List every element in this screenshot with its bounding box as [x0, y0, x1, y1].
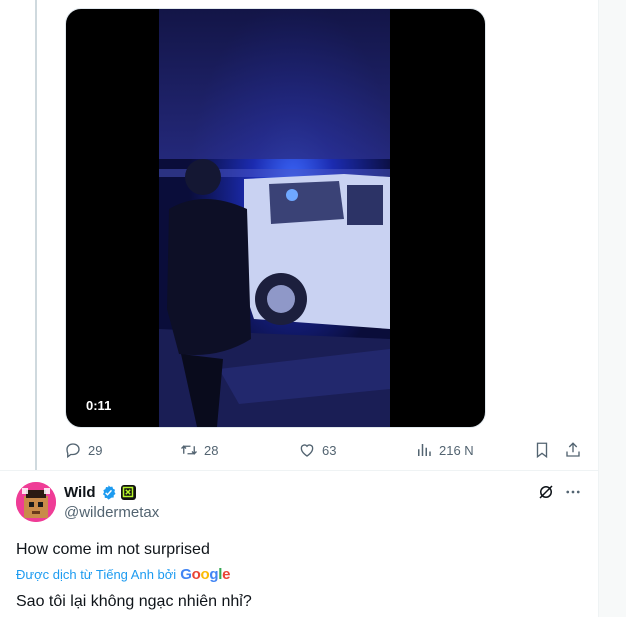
affiliate-badge-icon[interactable] — [120, 484, 136, 500]
repost-count: 28 — [204, 442, 219, 458]
like-count: 63 — [322, 442, 337, 458]
video-duration: 0:11 — [86, 398, 112, 413]
verified-badge-icon — [102, 484, 116, 500]
view-count: 216 N — [439, 442, 474, 458]
bookmark-button[interactable] — [533, 438, 551, 462]
tweet-text: How come im not surprised — [16, 541, 210, 558]
video-player[interactable]: 0:11 — [65, 8, 486, 428]
more-dots — [566, 490, 580, 494]
translation-attribution[interactable]: Được dịch từ Tiếng Anh bởi Google — [16, 566, 230, 583]
tweet-divider — [0, 470, 598, 471]
translated-tweet-text: Sao tôi lại không ngạc nhiên nhỉ? — [16, 593, 252, 610]
translation-label: Được dịch từ Tiếng Anh bởi — [16, 567, 177, 582]
more-icon[interactable] — [564, 483, 582, 501]
affiliate-badge-graphic — [122, 486, 134, 498]
like-button[interactable]: 63 — [298, 438, 336, 462]
reply-button[interactable]: 29 — [64, 438, 102, 462]
thread-line — [35, 0, 37, 470]
share-icon — [566, 442, 580, 457]
reply-count: 29 — [88, 442, 103, 458]
repost-icon — [181, 445, 197, 455]
author-name[interactable]: Wild — [64, 484, 96, 501]
avatar-image — [16, 482, 56, 522]
repost-button[interactable]: 28 — [180, 438, 218, 462]
views-icon — [418, 444, 431, 456]
author-row: Wild — [64, 483, 136, 501]
timeline-column: 0:11 29 28 63 216 N Wild @wildermetax Ho… — [0, 0, 599, 617]
video-frame — [159, 9, 390, 427]
grok-icon[interactable] — [537, 483, 555, 501]
google-logo: Google — [180, 566, 231, 583]
avatar[interactable] — [16, 482, 56, 522]
share-button[interactable] — [564, 438, 582, 462]
bookmark-icon — [536, 442, 548, 459]
reply-icon — [66, 443, 80, 459]
like-icon — [300, 444, 314, 457]
author-handle[interactable]: @wildermetax — [64, 504, 159, 521]
views-button[interactable]: 216 N — [415, 438, 474, 462]
tweet-action-bar: 29 28 63 216 N — [64, 438, 584, 462]
